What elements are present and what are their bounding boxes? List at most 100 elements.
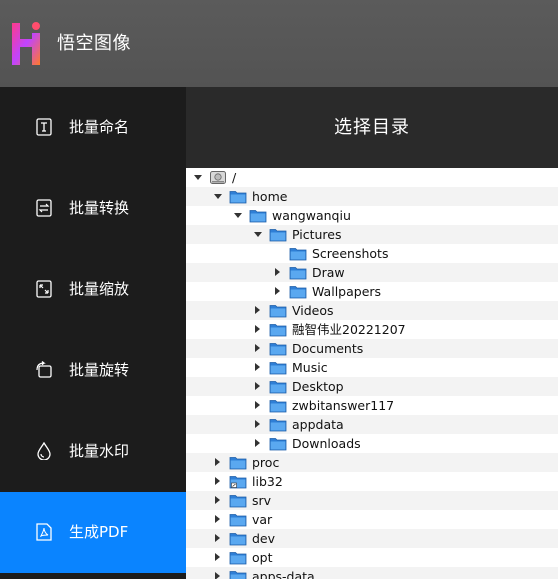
tree-row[interactable]: Screenshots [186, 244, 558, 263]
resize-icon [36, 280, 52, 298]
expand-arrow-icon[interactable] [194, 175, 202, 180]
folder-name: wangwanqiu [272, 208, 351, 223]
collapse-arrow-icon[interactable] [215, 515, 220, 523]
tree-row[interactable]: Documents [186, 339, 558, 358]
folder-icon [269, 305, 287, 318]
tree-row[interactable]: Downloads [186, 434, 558, 453]
sidebar-item-watermark[interactable]: 批量水印 [0, 411, 186, 492]
collapse-arrow-icon[interactable] [255, 382, 260, 390]
tree-row[interactable]: srv [186, 491, 558, 510]
tree-row[interactable]: 融智伟业20221207 [186, 320, 558, 339]
folder-name: var [252, 512, 273, 527]
collapse-arrow-icon[interactable] [275, 268, 280, 276]
folder-name: Wallpapers [312, 284, 382, 299]
convert-icon [36, 199, 52, 217]
folder-name: Downloads [292, 436, 361, 451]
sidebar-item-resize[interactable]: 批量缩放 [0, 249, 186, 330]
tree-row[interactable]: / [186, 168, 558, 187]
folder-icon [249, 210, 267, 223]
folder-icon [269, 229, 287, 242]
folder-name: Desktop [292, 379, 344, 394]
collapse-arrow-icon[interactable] [255, 325, 260, 333]
collapse-arrow-icon[interactable] [275, 287, 280, 295]
folder-icon [269, 381, 287, 394]
tree-row[interactable]: Music [186, 358, 558, 377]
tree-row[interactable]: Wallpapers [186, 282, 558, 301]
collapse-arrow-icon[interactable] [215, 572, 220, 579]
sidebar-item-label: 批量转换 [69, 199, 130, 217]
folder-name: 融智伟业20221207 [292, 322, 406, 337]
sidebar-item-convert[interactable]: 批量转换 [0, 168, 186, 249]
folder-name: appdata [292, 417, 344, 432]
tree-row[interactable]: proc [186, 453, 558, 472]
collapse-arrow-icon[interactable] [215, 458, 220, 466]
folder-name: Music [292, 360, 328, 375]
collapse-arrow-icon[interactable] [255, 439, 260, 447]
folder-name: lib32 [252, 474, 283, 489]
sidebar-item-label: 批量水印 [69, 442, 130, 460]
collapse-arrow-icon[interactable] [255, 401, 260, 409]
tree-row[interactable]: dev [186, 529, 558, 548]
folder-name: zwbitanswer117 [292, 398, 395, 413]
collapse-arrow-icon[interactable] [215, 553, 220, 561]
folder-icon [289, 286, 307, 299]
collapse-arrow-icon[interactable] [215, 534, 220, 542]
folder-icon [229, 495, 247, 508]
collapse-arrow-icon[interactable] [255, 306, 260, 314]
tree-row[interactable]: Desktop [186, 377, 558, 396]
tree-row[interactable]: var [186, 510, 558, 529]
folder-icon [269, 438, 287, 451]
sidebar-item-rename[interactable]: 批量命名 [0, 87, 186, 168]
title-bar: 悟空图像 [0, 0, 558, 87]
tree-row[interactable]: home [186, 187, 558, 206]
app-title: 悟空图像 [57, 33, 131, 54]
folder-name: Pictures [292, 227, 342, 242]
folder-icon [269, 362, 287, 375]
sidebar: 批量命名 批量转换 批量缩放 批量旋转 批量水印 生成PDF [0, 87, 186, 579]
folder-icon [289, 248, 307, 261]
tree-row[interactable]: Videos [186, 301, 558, 320]
tree-row[interactable]: apps-data [186, 567, 558, 579]
folder-icon [229, 191, 247, 204]
folder-name: apps-data [252, 569, 315, 579]
panel-header: 选择目录 [186, 87, 558, 168]
rotate-icon [36, 361, 52, 378]
folder-icon [229, 571, 247, 579]
tree-row[interactable]: zwbitanswer117 [186, 396, 558, 415]
sidebar-item-label: 生成PDF [69, 523, 129, 541]
sidebar-item-label: 批量旋转 [69, 361, 130, 379]
tree-row[interactable]: opt [186, 548, 558, 567]
expand-arrow-icon[interactable] [234, 213, 242, 218]
folder-link-icon [229, 476, 247, 489]
expand-arrow-icon[interactable] [254, 232, 262, 237]
folder-icon [229, 552, 247, 565]
collapse-arrow-icon[interactable] [215, 496, 220, 504]
tree-row[interactable]: appdata [186, 415, 558, 434]
folder-name: srv [252, 493, 272, 508]
folder-icon [229, 533, 247, 546]
tree-row[interactable]: wangwanqiu [186, 206, 558, 225]
watermark-icon [37, 442, 51, 460]
directory-tree[interactable]: / home wangwanqiu Pictures Screenshots Draw Wa… [186, 168, 558, 579]
collapse-arrow-icon[interactable] [255, 344, 260, 352]
folder-icon [229, 514, 247, 527]
sidebar-item-label: 批量命名 [69, 118, 130, 136]
sidebar-item-label: 批量缩放 [69, 280, 130, 298]
sidebar-item-rotate[interactable]: 批量旋转 [0, 330, 186, 411]
collapse-arrow-icon[interactable] [255, 420, 260, 428]
tree-row[interactable]: lib32 [186, 472, 558, 491]
collapse-arrow-icon[interactable] [255, 363, 260, 371]
folder-name: Documents [292, 341, 364, 356]
collapse-arrow-icon[interactable] [215, 477, 220, 485]
folder-name: dev [252, 531, 276, 546]
folder-icon [269, 343, 287, 356]
folder-name: / [232, 170, 237, 185]
folder-name: proc [252, 455, 280, 470]
folder-name: home [252, 189, 288, 204]
sidebar-item-pdf[interactable]: 生成PDF [0, 492, 186, 573]
folder-icon [289, 267, 307, 280]
pdf-icon [36, 523, 52, 541]
tree-row[interactable]: Draw [186, 263, 558, 282]
expand-arrow-icon[interactable] [214, 194, 222, 199]
tree-row[interactable]: Pictures [186, 225, 558, 244]
